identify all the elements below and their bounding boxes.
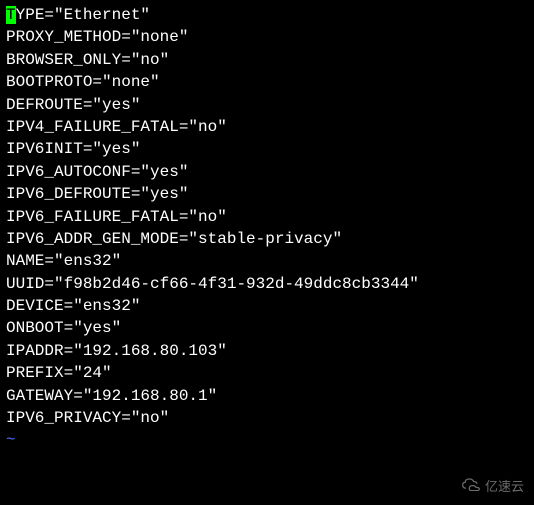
config-line: IPV6_ADDR_GEN_MODE="stable-privacy" (6, 228, 528, 250)
config-line: NAME="ens32" (6, 250, 528, 272)
config-line: DEVICE="ens32" (6, 295, 528, 317)
config-line: IPV6_FAILURE_FATAL="no" (6, 206, 528, 228)
config-line: PREFIX="24" (6, 362, 528, 384)
config-line: DEFROUTE="yes" (6, 94, 528, 116)
config-line: BOOTPROTO="none" (6, 71, 528, 93)
config-line: IPADDR="192.168.80.103" (6, 340, 528, 362)
config-line: PROXY_METHOD="none" (6, 26, 528, 48)
terminal-output: TYPE="Ethernet"PROXY_METHOD="none"BROWSE… (0, 0, 534, 456)
config-line: ONBOOT="yes" (6, 317, 528, 339)
config-line: IPV6_AUTOCONF="yes" (6, 161, 528, 183)
cursor: T (6, 6, 16, 24)
config-line: IPV6_PRIVACY="no" (6, 407, 528, 429)
config-line: TYPE="Ethernet" (6, 4, 528, 26)
config-line: IPV4_FAILURE_FATAL="no" (6, 116, 528, 138)
config-line: IPV6_DEFROUTE="yes" (6, 183, 528, 205)
config-line: BROWSER_ONLY="no" (6, 49, 528, 71)
config-line: GATEWAY="192.168.80.1" (6, 385, 528, 407)
config-line: IPV6INIT="yes" (6, 138, 528, 160)
cloud-icon (461, 477, 481, 494)
config-line: UUID="f98b2d46-cf66-4f31-932d-49ddc8cb33… (6, 273, 528, 295)
watermark: 亿速云 (461, 476, 524, 495)
watermark-label: 亿速云 (485, 476, 524, 495)
vim-tilde: ~ (6, 429, 528, 451)
